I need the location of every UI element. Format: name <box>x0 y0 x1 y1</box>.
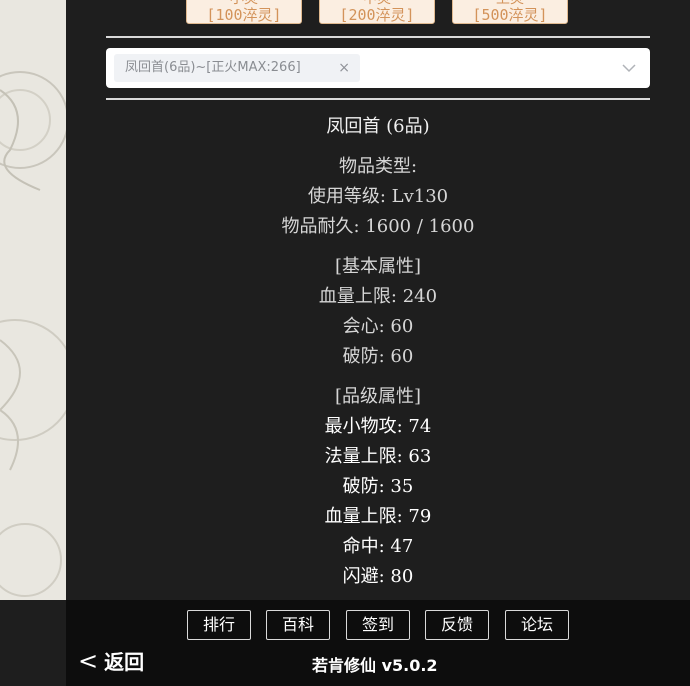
back-button[interactable]: < 返回 <box>78 646 144 680</box>
buy-large-button[interactable]: 上灵 [500淬灵] <box>452 0 568 24</box>
tag-close-icon[interactable]: × <box>338 54 350 82</box>
nav-feedback-button[interactable]: 反馈 <box>425 610 489 640</box>
grade-stat: 命中: 47 <box>342 536 414 557</box>
item-select[interactable]: 凤回首(6品)~[正火MAX:266] × <box>106 48 650 88</box>
back-label: 返回 <box>104 650 145 674</box>
item-durability: 物品耐久: 1600 / 1600 <box>281 216 475 237</box>
buy-large-price: [500淬灵] <box>472 6 548 24</box>
grade-stat: 法量上限: 63 <box>324 446 432 467</box>
nav-checkin-button[interactable]: 签到 <box>346 610 410 640</box>
buy-medium-button[interactable]: 中灵 [200淬灵] <box>319 0 435 24</box>
item-title: 凤回首 (6品) <box>326 116 430 137</box>
side-decoration <box>0 0 66 600</box>
grade-stat: 血量上限: 79 <box>324 506 432 527</box>
buy-small-price: [100淬灵] <box>206 6 282 24</box>
buy-medium-price: [200淬灵] <box>339 6 415 24</box>
base-attributes-header: [基本属性] <box>334 256 422 277</box>
base-stat: 破防: 60 <box>342 346 414 367</box>
back-arrow-icon: < <box>78 647 99 675</box>
chevron-down-icon[interactable] <box>622 61 636 75</box>
selected-item-tag: 凤回首(6品)~[正火MAX:266] × <box>114 54 360 82</box>
top-divider <box>106 36 650 38</box>
nav-ranking-button[interactable]: 排行 <box>187 610 251 640</box>
select-divider <box>106 98 650 100</box>
version-label: 若肯修仙 v5.0.2 <box>312 656 438 675</box>
base-stat: 会心: 60 <box>342 316 414 337</box>
nav-wiki-button[interactable]: 百科 <box>266 610 330 640</box>
item-level: 使用等级: Lv130 <box>307 186 449 207</box>
grade-stat: 最小物攻: 74 <box>324 416 432 437</box>
nav-forum-button[interactable]: 论坛 <box>505 610 569 640</box>
base-stat: 血量上限: 240 <box>318 286 438 307</box>
buy-small-button[interactable]: 小灵 [100淬灵] <box>186 0 302 24</box>
selected-item-label: 凤回首(6品)~[正火MAX:266] <box>125 60 301 75</box>
item-type: 物品类型: <box>338 156 418 177</box>
grade-attributes-header: [品级属性] <box>334 386 422 407</box>
buy-button-group: 小灵 [100淬灵] 中灵 [200淬灵] 上灵 [500淬灵] <box>186 0 586 26</box>
main-panel: 小灵 [100淬灵] 中灵 [200淬灵] 上灵 [500淬灵] 凤回首(6品)… <box>66 0 690 600</box>
grade-stat: 闪避: 80 <box>342 566 414 587</box>
grade-stat: 破防: 35 <box>342 476 414 497</box>
item-details: 凤回首 (6品) 物品类型: 使用等级: Lv130 物品耐久: 1600 / … <box>106 112 650 592</box>
